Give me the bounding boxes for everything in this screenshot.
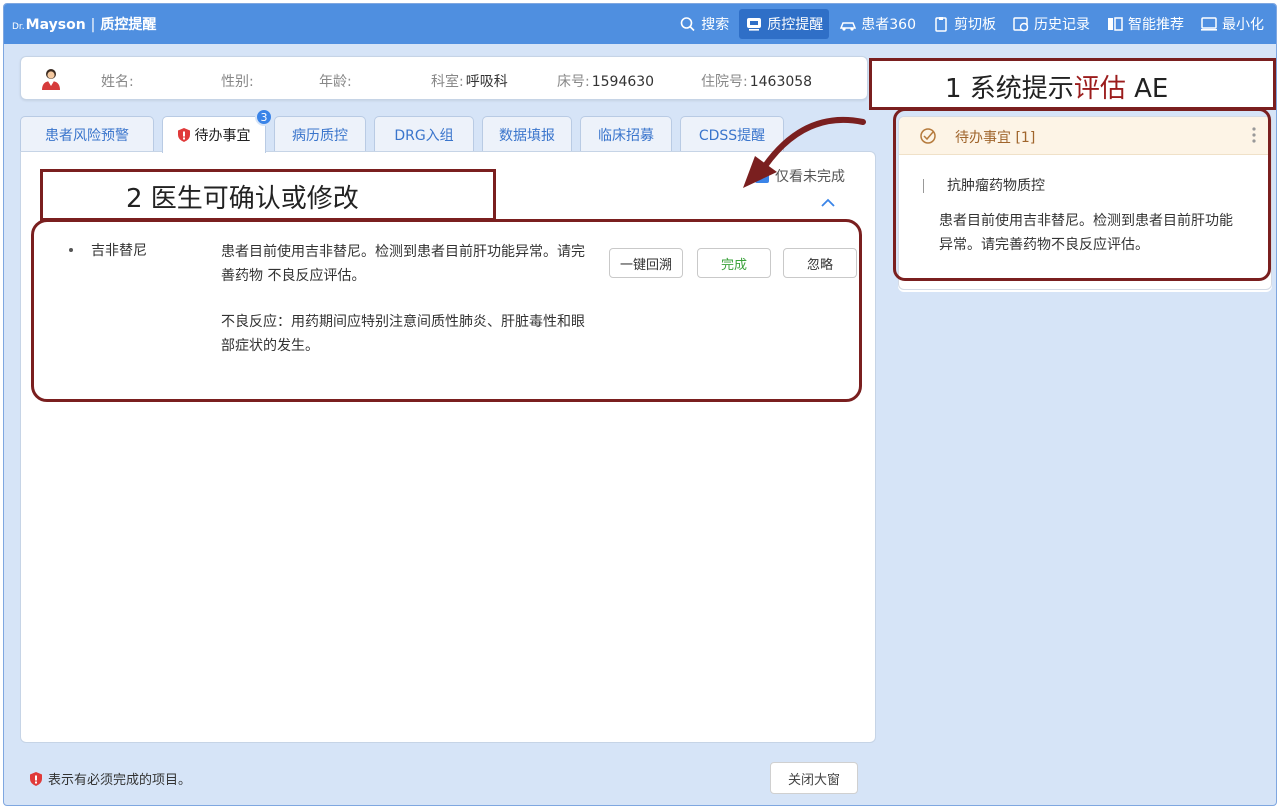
reminder-icon [747, 18, 762, 31]
todo-item: 吉非替尼 患者目前使用吉非替尼。检测到患者目前肝功能异常。请完善药物 不良反应评… [21, 228, 877, 388]
tab-label: DRG入组 [394, 127, 454, 144]
history-icon [1013, 17, 1029, 32]
nav-clipboard-label: 剪切板 [954, 17, 996, 33]
todo-count-badge: 3 [255, 108, 273, 126]
nav-minimize[interactable]: 最小化 [1194, 9, 1270, 39]
patient-department: 科室: 呼吸科 [431, 74, 508, 90]
tab-label: 患者风险预警 [45, 127, 129, 144]
top-nav: 搜索 质控提醒 患者360 剪切板 历史记录 智能推荐 最小化 [669, 8, 1270, 40]
patient-admission-number: 住院号: 1463058 [701, 74, 813, 90]
todo-description: 患者目前使用吉非替尼。检测到患者目前肝功能异常。请完善药物 不良反应评估。 不良… [221, 240, 589, 358]
minimize-icon [1201, 17, 1217, 31]
list-bullet [69, 248, 73, 252]
search-icon [680, 17, 695, 32]
app-title: 质控提醒 [100, 17, 157, 33]
todo-description-adverse: 不良反应：用药期间应特别注意间质性肺炎、肝脏毒性和眼部症状的发生。 [221, 314, 585, 354]
nav-history-label: 历史记录 [1034, 17, 1090, 33]
brand: Dr.Mayson | 质控提醒 [12, 14, 156, 34]
nav-history[interactable]: 历史记录 [1006, 9, 1096, 39]
title-bar: Dr.Mayson|质控提醒 搜索 质控提醒 患者360 剪切板 历史记录 [4, 4, 1276, 44]
tab-data-fill[interactable]: 数据填报 [482, 116, 572, 152]
tab-cdss[interactable]: CDSS提醒 [680, 116, 784, 152]
right-card-subtitle: 抗肿瘤药物质控 [947, 178, 1045, 194]
brand-separator: | [90, 17, 96, 33]
ignore-button[interactable]: 忽略 [783, 248, 857, 278]
drug-name: 吉非替尼 [91, 243, 147, 259]
clipboard-icon [935, 17, 947, 32]
annotation-label-1-highlight: 评估 [1073, 74, 1126, 104]
tab-clinical-recruit[interactable]: 临床招募 [580, 116, 672, 152]
recommend-icon [1108, 17, 1123, 31]
right-card-header: 待办事宜 [1] [899, 117, 1271, 155]
only-unfinished-label: 仅看未完成 [775, 169, 845, 185]
doctor-avatar-icon [42, 69, 60, 90]
trace-button[interactable]: 一键回溯 [609, 248, 683, 278]
nav-patient360[interactable]: 患者360 [833, 9, 922, 39]
right-card-text: 患者目前使用吉非替尼。检测到患者目前肝功能异常。请完善药物不良反应评估。 [939, 213, 1233, 253]
brand-prefix: Dr. [12, 22, 25, 32]
only-unfinished-checkbox[interactable] [755, 169, 769, 183]
more-vertical-icon[interactable] [1251, 125, 1257, 145]
close-large-window-button[interactable]: 关闭大窗 [770, 762, 858, 794]
tab-label: 待办事宜 [194, 128, 251, 144]
patient-info-bar: 姓名: 性别: 年龄: 科室: 呼吸科 床号: 1594630 住院号: 146305… [20, 56, 868, 100]
nav-search[interactable]: 搜索 [673, 9, 735, 39]
nav-minimize-label: 最小化 [1222, 17, 1264, 33]
nav-reminder-label: 质控提醒 [767, 17, 824, 33]
only-unfinished-toggle[interactable]: 仅看未完成 [755, 166, 845, 186]
tab-record-qc[interactable]: 病历质控 [274, 116, 366, 152]
annotation-label-2: 2 医生可确认或修改 [126, 178, 359, 215]
brand-name: Mayson [25, 17, 86, 33]
app-window: Dr.Mayson|质控提醒 搜索 质控提醒 患者360 剪切板 历史记录 [3, 3, 1277, 806]
tab-drg[interactable]: DRG入组 [374, 116, 474, 152]
complete-button[interactable]: 完成 [697, 248, 771, 278]
patient-gender: 性别: [221, 74, 254, 90]
right-todo-card: 待办事宜 [1] 抗肿瘤药物质控 患者目前使用吉非替尼。检测到患者目前肝功能异常… [898, 116, 1272, 290]
chevron-up-icon[interactable] [819, 196, 837, 210]
patient-age: 年龄: [319, 74, 352, 90]
tab-label: 临床招募 [598, 127, 654, 144]
required-legend-text: 表示有必须完成的项目。 [48, 773, 192, 788]
shield-icon [30, 771, 42, 786]
nav-patient360-label: 患者360 [861, 17, 916, 33]
patient-name: 姓名: [101, 74, 134, 90]
patient-bed-number: 床号: 1594630 [557, 74, 655, 90]
todo-description-main: 患者目前使用吉非替尼。检测到患者目前肝功能异常。请完善药物 不良反应评估。 [221, 244, 585, 284]
nav-recommend-label: 智能推荐 [1128, 17, 1184, 33]
todo-panel: 仅看未完成 吉非替尼 患者目前使用吉非替尼。检测到患者目前肝功能异常。请完善药物… [20, 151, 876, 743]
tab-label: 数据填报 [499, 127, 555, 144]
annotation-label-1-prefix: 1 系统提示 [945, 74, 1074, 104]
check-circle-icon [920, 128, 936, 144]
nav-reminder[interactable]: 质控提醒 [739, 9, 830, 39]
required-legend: 表示有必须完成的项目。 [30, 769, 191, 788]
annotation-label-1-suffix: AE [1125, 74, 1169, 104]
nav-clipboard[interactable]: 剪切板 [926, 9, 1002, 39]
nav-recommend[interactable]: 智能推荐 [1100, 9, 1190, 39]
tab-risk-warning[interactable]: 患者风险预警 [20, 116, 154, 152]
section-divider [923, 179, 924, 193]
tab-label: CDSS提醒 [698, 127, 766, 144]
shield-icon [177, 128, 190, 142]
right-card-title: 待办事宜 [1] [955, 130, 1036, 146]
tab-todo[interactable]: 待办事宜 3 [162, 108, 273, 153]
nav-search-label: 搜索 [701, 17, 730, 33]
tab-label: 病历质控 [292, 127, 348, 144]
annotation-label-1: 1 系统提示评估 AE [945, 68, 1169, 105]
patient360-icon [840, 22, 857, 31]
